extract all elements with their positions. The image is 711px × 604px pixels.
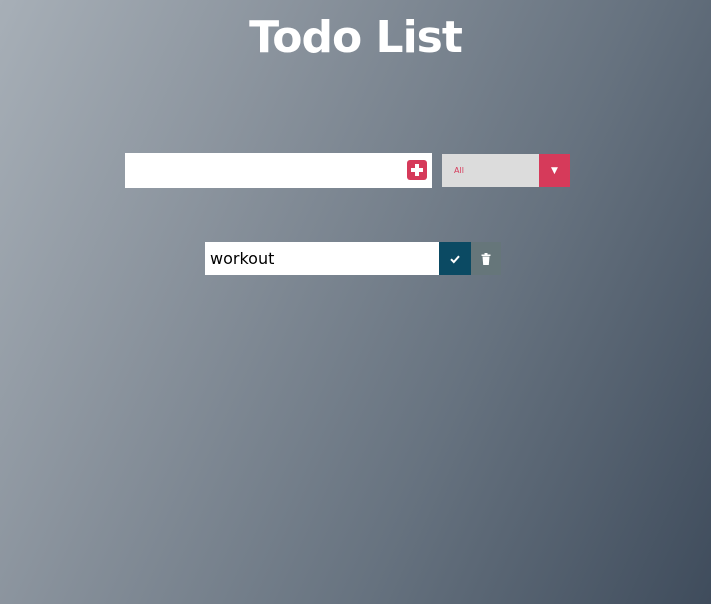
page-title: Todo List [249,12,463,63]
todo-item: workout [205,242,501,275]
todo-item-text: workout [205,242,439,275]
todo-input[interactable] [125,153,432,188]
plus-square-icon [411,164,423,176]
check-icon [450,255,460,263]
filter-selected-value: All [454,166,464,175]
add-todo-button[interactable] [407,160,427,180]
filter-select[interactable]: All ▼ [442,154,570,187]
complete-button[interactable] [439,242,471,275]
chevron-down-icon[interactable]: ▼ [539,154,570,187]
trash-icon [481,252,491,265]
trash-button[interactable] [471,242,501,275]
todo-input-container [125,153,432,188]
